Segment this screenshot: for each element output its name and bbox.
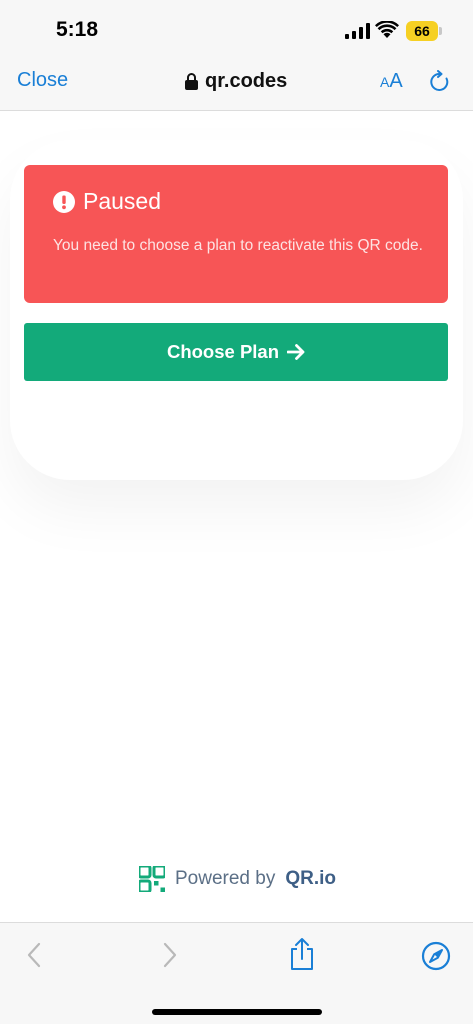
arrow-right-icon (287, 344, 305, 360)
alert-message: You need to choose a plan to reactivate … (53, 237, 423, 254)
url-text: qr.codes (205, 69, 288, 92)
back-icon[interactable] (26, 941, 42, 969)
battery-cap (439, 27, 442, 35)
choose-plan-button[interactable]: Choose Plan (24, 323, 448, 381)
signal-icon (345, 23, 370, 39)
choose-plan-label: Choose Plan (166, 341, 280, 362)
forward-icon[interactable] (162, 941, 178, 969)
lock-icon (185, 72, 198, 90)
status-bar: 5:18 66 (0, 0, 473, 62)
alert-title: Paused (83, 188, 162, 214)
browser-bar: Close qr.codes AA (0, 62, 473, 111)
screen: 5:18 66 Close qr.codes AA Paused You nee… (0, 0, 473, 1024)
powered-by[interactable]: Powered by QR.io (139, 865, 336, 893)
brand-link[interactable]: QR.io (285, 868, 336, 890)
text-size-big: A (389, 70, 403, 92)
wifi-icon (375, 21, 399, 38)
home-indicator (152, 1009, 322, 1015)
share-icon[interactable] (289, 937, 315, 971)
compass-icon[interactable] (421, 941, 451, 971)
powered-by-text: Powered by (175, 868, 276, 889)
qr-logo-icon (139, 866, 165, 892)
battery-icon: 66 (406, 21, 438, 41)
text-size-button[interactable]: AA (380, 70, 403, 93)
exclamation-circle-icon (53, 191, 75, 213)
address-bar[interactable]: qr.codes (185, 69, 287, 93)
paused-alert: Paused You need to choose a plan to reac… (24, 165, 448, 303)
close-button[interactable]: Close (17, 69, 68, 92)
reload-icon[interactable] (428, 70, 452, 94)
text-size-small: A (380, 74, 390, 90)
battery-level: 66 (414, 23, 430, 39)
status-time: 5:18 (56, 18, 99, 41)
